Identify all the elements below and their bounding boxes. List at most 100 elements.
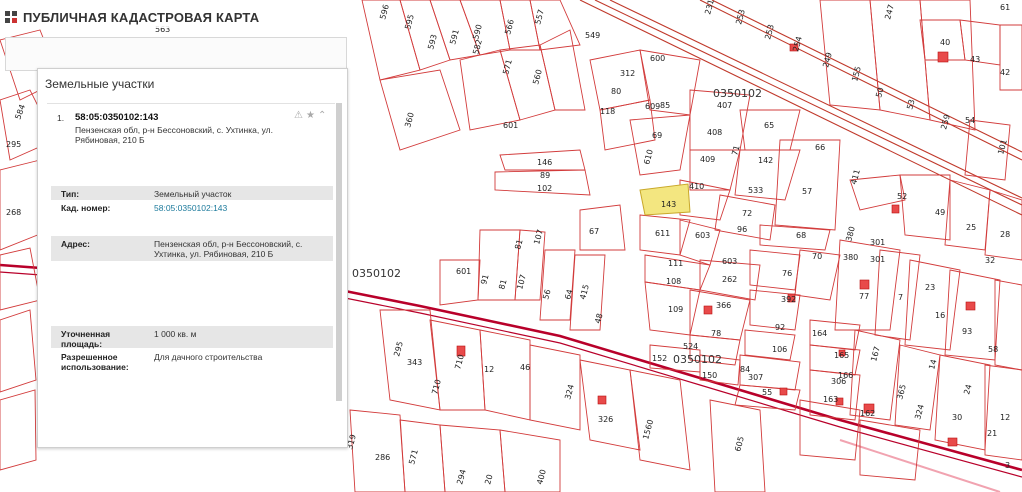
svg-text:21: 21 (987, 429, 997, 438)
svg-text:42: 42 (1000, 68, 1010, 77)
results-scrollbar[interactable] (336, 103, 342, 401)
svg-text:294: 294 (455, 468, 468, 485)
svg-text:72: 72 (742, 209, 752, 218)
svg-text:80: 80 (611, 87, 621, 96)
field-value: Пензенская обл, р-н Бессоновский, с. Ухт… (154, 239, 303, 259)
svg-text:30: 30 (952, 413, 962, 422)
svg-text:7: 7 (898, 293, 903, 302)
svg-text:584: 584 (13, 103, 27, 120)
svg-text:48: 48 (593, 312, 604, 324)
svg-text:596: 596 (378, 3, 391, 20)
svg-text:40: 40 (940, 38, 950, 47)
svg-text:360: 360 (403, 111, 416, 128)
collapse-chevron-icon[interactable]: ⌃ (318, 111, 326, 121)
result-number: 1. (57, 113, 65, 123)
svg-text:77: 77 (859, 292, 869, 301)
svg-text:52: 52 (897, 192, 907, 201)
svg-text:595: 595 (403, 13, 416, 30)
selected-parcel-label: 143 (661, 200, 676, 209)
svg-text:164: 164 (812, 329, 827, 338)
svg-text:56: 56 (541, 288, 552, 300)
result-cadastral-id[interactable]: 58:05:0350102:143 (75, 112, 158, 123)
svg-text:306: 306 (831, 377, 846, 386)
field-row-area: Уточненная площадь: 1 000 кв. м (51, 326, 333, 349)
svg-text:65: 65 (764, 121, 774, 130)
svg-text:286: 286 (375, 453, 390, 462)
svg-text:102: 102 (537, 184, 552, 193)
svg-text:343: 343 (407, 358, 422, 367)
svg-text:32: 32 (985, 256, 995, 265)
field-value-link[interactable]: 58:05:0350102:143 (154, 203, 324, 213)
svg-text:254: 254 (791, 35, 804, 52)
result-actions: ⚠ ★ ⌃ (294, 111, 326, 121)
svg-text:54: 54 (965, 116, 975, 125)
svg-text:3: 3 (1005, 461, 1010, 470)
svg-text:593: 593 (426, 33, 439, 50)
field-row-permitted-use: Разрешенное использование: Для дачного с… (51, 349, 333, 373)
svg-text:43: 43 (970, 55, 980, 64)
svg-text:231: 231 (703, 0, 716, 16)
svg-text:295: 295 (6, 140, 21, 149)
svg-text:0350102: 0350102 (713, 87, 762, 100)
svg-text:25: 25 (966, 223, 976, 232)
svg-text:366: 366 (716, 301, 731, 310)
svg-text:16: 16 (935, 311, 945, 320)
svg-text:162: 162 (860, 409, 875, 418)
svg-text:91: 91 (479, 273, 490, 285)
field-key: Уточненная площадь: (61, 329, 111, 349)
svg-text:70: 70 (812, 252, 822, 261)
svg-text:566: 566 (503, 18, 516, 35)
svg-text:533: 533 (748, 186, 763, 195)
svg-text:66: 66 (815, 143, 825, 152)
svg-text:46: 46 (520, 363, 530, 372)
svg-text:12: 12 (484, 365, 494, 374)
svg-text:549: 549 (585, 31, 600, 40)
svg-text:524: 524 (683, 342, 698, 351)
svg-text:409: 409 (700, 155, 715, 164)
svg-text:324: 324 (913, 403, 926, 420)
svg-text:28: 28 (1000, 230, 1010, 239)
svg-text:108: 108 (666, 277, 681, 286)
scrollbar-thumb[interactable] (336, 103, 342, 401)
svg-text:14: 14 (927, 358, 938, 370)
svg-text:20: 20 (483, 473, 494, 485)
svg-text:68: 68 (796, 231, 806, 240)
search-bar-area[interactable] (5, 37, 347, 71)
result-card[interactable]: 1. 58:05:0350102:143 Пензенская обл, р-н… (47, 103, 335, 416)
svg-text:295: 295 (392, 340, 405, 357)
svg-text:0350102: 0350102 (673, 353, 722, 366)
svg-text:106: 106 (772, 345, 787, 354)
svg-text:76: 76 (782, 269, 792, 278)
svg-text:78: 78 (711, 329, 721, 338)
result-address: Пензенская обл, р-н Бессоновский, с. Ухт… (75, 125, 273, 145)
svg-text:61: 61 (1000, 3, 1010, 12)
svg-text:165: 165 (834, 351, 849, 360)
field-key: Разрешенное использование: (61, 352, 129, 372)
svg-text:67: 67 (589, 227, 599, 236)
star-icon[interactable]: ★ (306, 111, 315, 121)
svg-text:150: 150 (702, 371, 717, 380)
quarter-labels: 0350102 0350102 0350102 (352, 87, 762, 366)
svg-text:605: 605 (733, 435, 746, 452)
svg-text:12: 12 (1000, 413, 1010, 422)
svg-text:142: 142 (758, 156, 773, 165)
svg-text:259: 259 (939, 113, 952, 130)
svg-text:380: 380 (843, 253, 858, 262)
svg-text:93: 93 (962, 327, 972, 336)
svg-text:0350102: 0350102 (352, 267, 401, 280)
svg-text:601: 601 (503, 121, 518, 130)
svg-text:571: 571 (407, 448, 420, 465)
field-value: 1 000 кв. м (154, 329, 197, 339)
svg-text:710: 710 (430, 378, 443, 395)
svg-text:146: 146 (537, 158, 552, 167)
svg-text:69: 69 (652, 131, 662, 140)
field-value: Для дачного строительства (154, 352, 263, 362)
warning-icon[interactable]: ⚠ (294, 111, 303, 121)
svg-text:603: 603 (695, 231, 710, 240)
svg-text:152: 152 (652, 354, 667, 363)
svg-text:109: 109 (668, 305, 683, 314)
svg-text:560: 560 (531, 68, 544, 85)
field-value: Земельный участок (154, 189, 232, 199)
svg-text:407: 407 (717, 101, 732, 110)
svg-text:603: 603 (722, 257, 737, 266)
